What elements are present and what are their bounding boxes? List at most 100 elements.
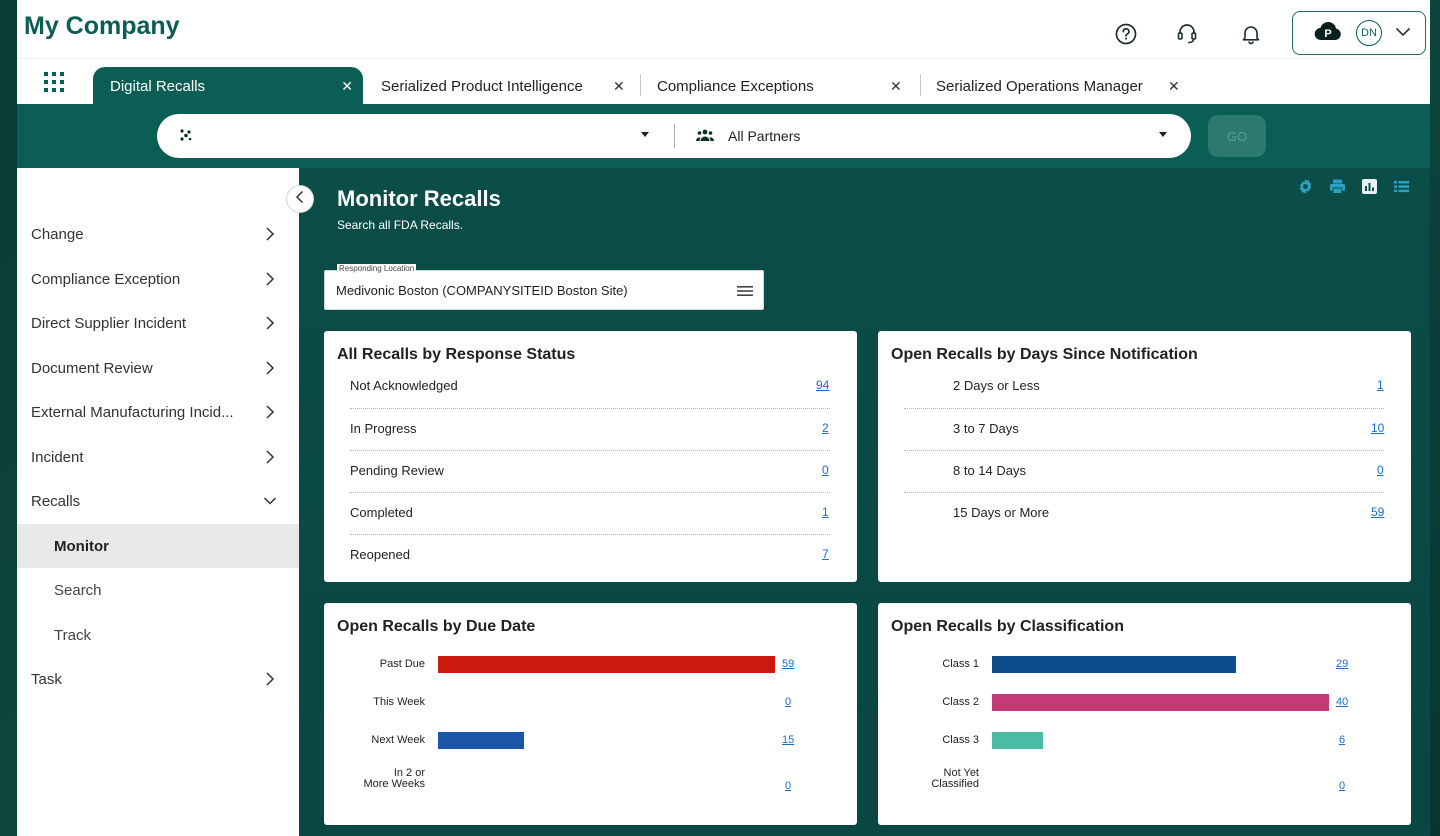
- bar-category-label: Class 1: [942, 658, 979, 670]
- sidebar-item-task[interactable]: Task: [17, 657, 299, 701]
- headset-icon[interactable]: [1175, 22, 1199, 46]
- tab-separator: [640, 74, 641, 96]
- card-title: Open Recalls by Classification: [891, 618, 1124, 635]
- sidebar-item-label: Recalls: [31, 492, 81, 510]
- card-title: Open Recalls by Due Date: [337, 618, 536, 635]
- close-icon[interactable]: ✕: [613, 78, 625, 95]
- partners-icon: [695, 128, 715, 147]
- bar[interactable]: [438, 656, 775, 673]
- status-label: Not Acknowledged: [350, 378, 458, 393]
- status-row: Pending Review 0: [350, 461, 830, 481]
- card-classification: Open Recalls by Classification Class 1 29…: [878, 603, 1411, 825]
- sidebar-item-external-manufacturing-incident[interactable]: External Manufacturing Incid...: [17, 390, 299, 434]
- status-count-link[interactable]: 2: [822, 421, 829, 435]
- status-row: Completed 1: [350, 503, 830, 523]
- bar-value-link[interactable]: 0: [785, 780, 791, 792]
- bar-category-label: Class 2: [942, 696, 979, 708]
- days-row: 2 Days or Less 1: [953, 376, 1393, 396]
- tab-separator: [920, 74, 921, 96]
- partner-dropdown-caret-icon[interactable]: [1158, 126, 1168, 147]
- svg-text:P: P: [1324, 28, 1331, 40]
- bar-value-link[interactable]: 0: [1339, 780, 1345, 792]
- tab-digital-recalls[interactable]: Digital Recalls ✕: [93, 67, 363, 105]
- chevron-right-icon: [263, 403, 277, 421]
- bar-value-link[interactable]: 29: [1336, 658, 1348, 670]
- sidebar-item-document-review[interactable]: Document Review: [17, 346, 299, 390]
- days-label: 3 to 7 Days: [953, 421, 1019, 436]
- status-count-link[interactable]: 1: [822, 505, 829, 519]
- days-count-link[interactable]: 59: [1371, 505, 1384, 519]
- sidebar-item-direct-supplier-incident[interactable]: Direct Supplier Incident: [17, 301, 299, 345]
- bar[interactable]: [438, 732, 524, 749]
- app-window: My Company P DN Digital Recalls ✕ Serial…: [17, 0, 1430, 836]
- days-count-link[interactable]: 0: [1377, 463, 1384, 477]
- main-content: Monitor Recalls Search all FDA Recalls. …: [299, 168, 1430, 836]
- days-label: 2 Days or Less: [953, 378, 1040, 393]
- list-view-icon[interactable]: [1393, 178, 1410, 195]
- bar-value-link[interactable]: 59: [782, 658, 794, 670]
- status-count-link[interactable]: 0: [822, 463, 829, 477]
- bar-category-label: Next Week: [371, 734, 425, 746]
- status-label: Pending Review: [350, 463, 444, 478]
- days-count-link[interactable]: 1: [1377, 378, 1384, 392]
- responding-location-field[interactable]: Responding Location Medivonic Boston (CO…: [324, 264, 764, 310]
- bar[interactable]: [992, 694, 1329, 711]
- sidebar-collapse-button[interactable]: [287, 186, 313, 212]
- close-icon[interactable]: ✕: [890, 78, 902, 95]
- bar[interactable]: [992, 732, 1043, 749]
- card-title: Open Recalls by Days Since Notification: [891, 346, 1198, 363]
- card-due-date: Open Recalls by Due Date Past Due 59 This …: [324, 603, 857, 825]
- card-response-status: All Recalls by Response Status Not Ackno…: [324, 331, 857, 582]
- tab-serialized-operations-manager[interactable]: Serialized Operations Manager ✕: [936, 67, 1196, 105]
- cloud-icon: P: [1313, 20, 1343, 47]
- close-icon[interactable]: ✕: [341, 78, 353, 95]
- sidebar-item-search[interactable]: Search: [17, 568, 299, 612]
- bar-value-link[interactable]: 0: [785, 696, 791, 708]
- status-count-link[interactable]: 7: [822, 547, 829, 561]
- bar-value-link[interactable]: 15: [782, 734, 794, 746]
- search-band: All Partners GO: [17, 104, 1430, 168]
- chevron-right-icon: [263, 670, 277, 688]
- tab-compliance-exceptions[interactable]: Compliance Exceptions ✕: [657, 67, 915, 105]
- bar[interactable]: [992, 656, 1236, 673]
- sidebar-item-monitor[interactable]: Monitor: [17, 524, 299, 568]
- go-button[interactable]: GO: [1208, 115, 1266, 157]
- close-icon[interactable]: ✕: [1168, 78, 1180, 95]
- responding-location-value: Medivonic Boston (COMPANYSITEID Boston S…: [336, 283, 628, 298]
- days-count-link[interactable]: 10: [1371, 421, 1384, 435]
- bar-category-label: Past Due: [379, 658, 425, 670]
- status-label: In Progress: [350, 421, 417, 436]
- bar-value-link[interactable]: 40: [1336, 696, 1348, 708]
- sidebar-item-label: Monitor: [54, 537, 109, 555]
- sidebar-item-label: Task: [31, 670, 62, 688]
- product-dropdown-caret-icon[interactable]: [640, 126, 650, 147]
- tab-serialized-product-intelligence[interactable]: Serialized Product Intelligence ✕: [381, 67, 643, 105]
- bar-category-label: This Week: [373, 696, 425, 708]
- page-subtitle: Search all FDA Recalls.: [337, 218, 464, 232]
- profile-menu-button[interactable]: P DN: [1292, 11, 1426, 55]
- sidebar-item-track[interactable]: Track: [17, 613, 299, 657]
- sidebar-item-change[interactable]: Change: [17, 212, 299, 256]
- bar-value-link[interactable]: 6: [1339, 734, 1345, 746]
- app-grid-icon[interactable]: [41, 69, 67, 95]
- sidebar-item-recalls[interactable]: Recalls: [17, 479, 299, 523]
- sidebar-item-compliance-exception[interactable]: Compliance Exception: [17, 257, 299, 301]
- print-icon[interactable]: [1329, 178, 1346, 195]
- tab-label: Compliance Exceptions: [657, 77, 814, 95]
- gear-icon[interactable]: [1297, 178, 1314, 195]
- responding-location-label: Responding Location: [337, 264, 417, 273]
- sidebar-item-incident[interactable]: Incident: [17, 435, 299, 479]
- menu-icon[interactable]: [737, 284, 753, 298]
- chevron-down-icon: [263, 492, 277, 510]
- page-title: Monitor Recalls: [337, 186, 501, 211]
- days-label: 8 to 14 Days: [953, 463, 1026, 478]
- chevron-right-icon: [263, 270, 277, 288]
- help-circle-icon[interactable]: [1114, 22, 1138, 46]
- status-count-link[interactable]: 94: [816, 378, 829, 392]
- partner-select-value[interactable]: All Partners: [728, 128, 800, 144]
- bar-category-label: Not Yet Classified: [931, 767, 979, 790]
- bell-icon[interactable]: [1239, 22, 1263, 46]
- sidebar-item-label: Incident: [31, 448, 84, 466]
- chart-view-icon[interactable]: [1361, 178, 1378, 195]
- search-divider: [674, 124, 675, 148]
